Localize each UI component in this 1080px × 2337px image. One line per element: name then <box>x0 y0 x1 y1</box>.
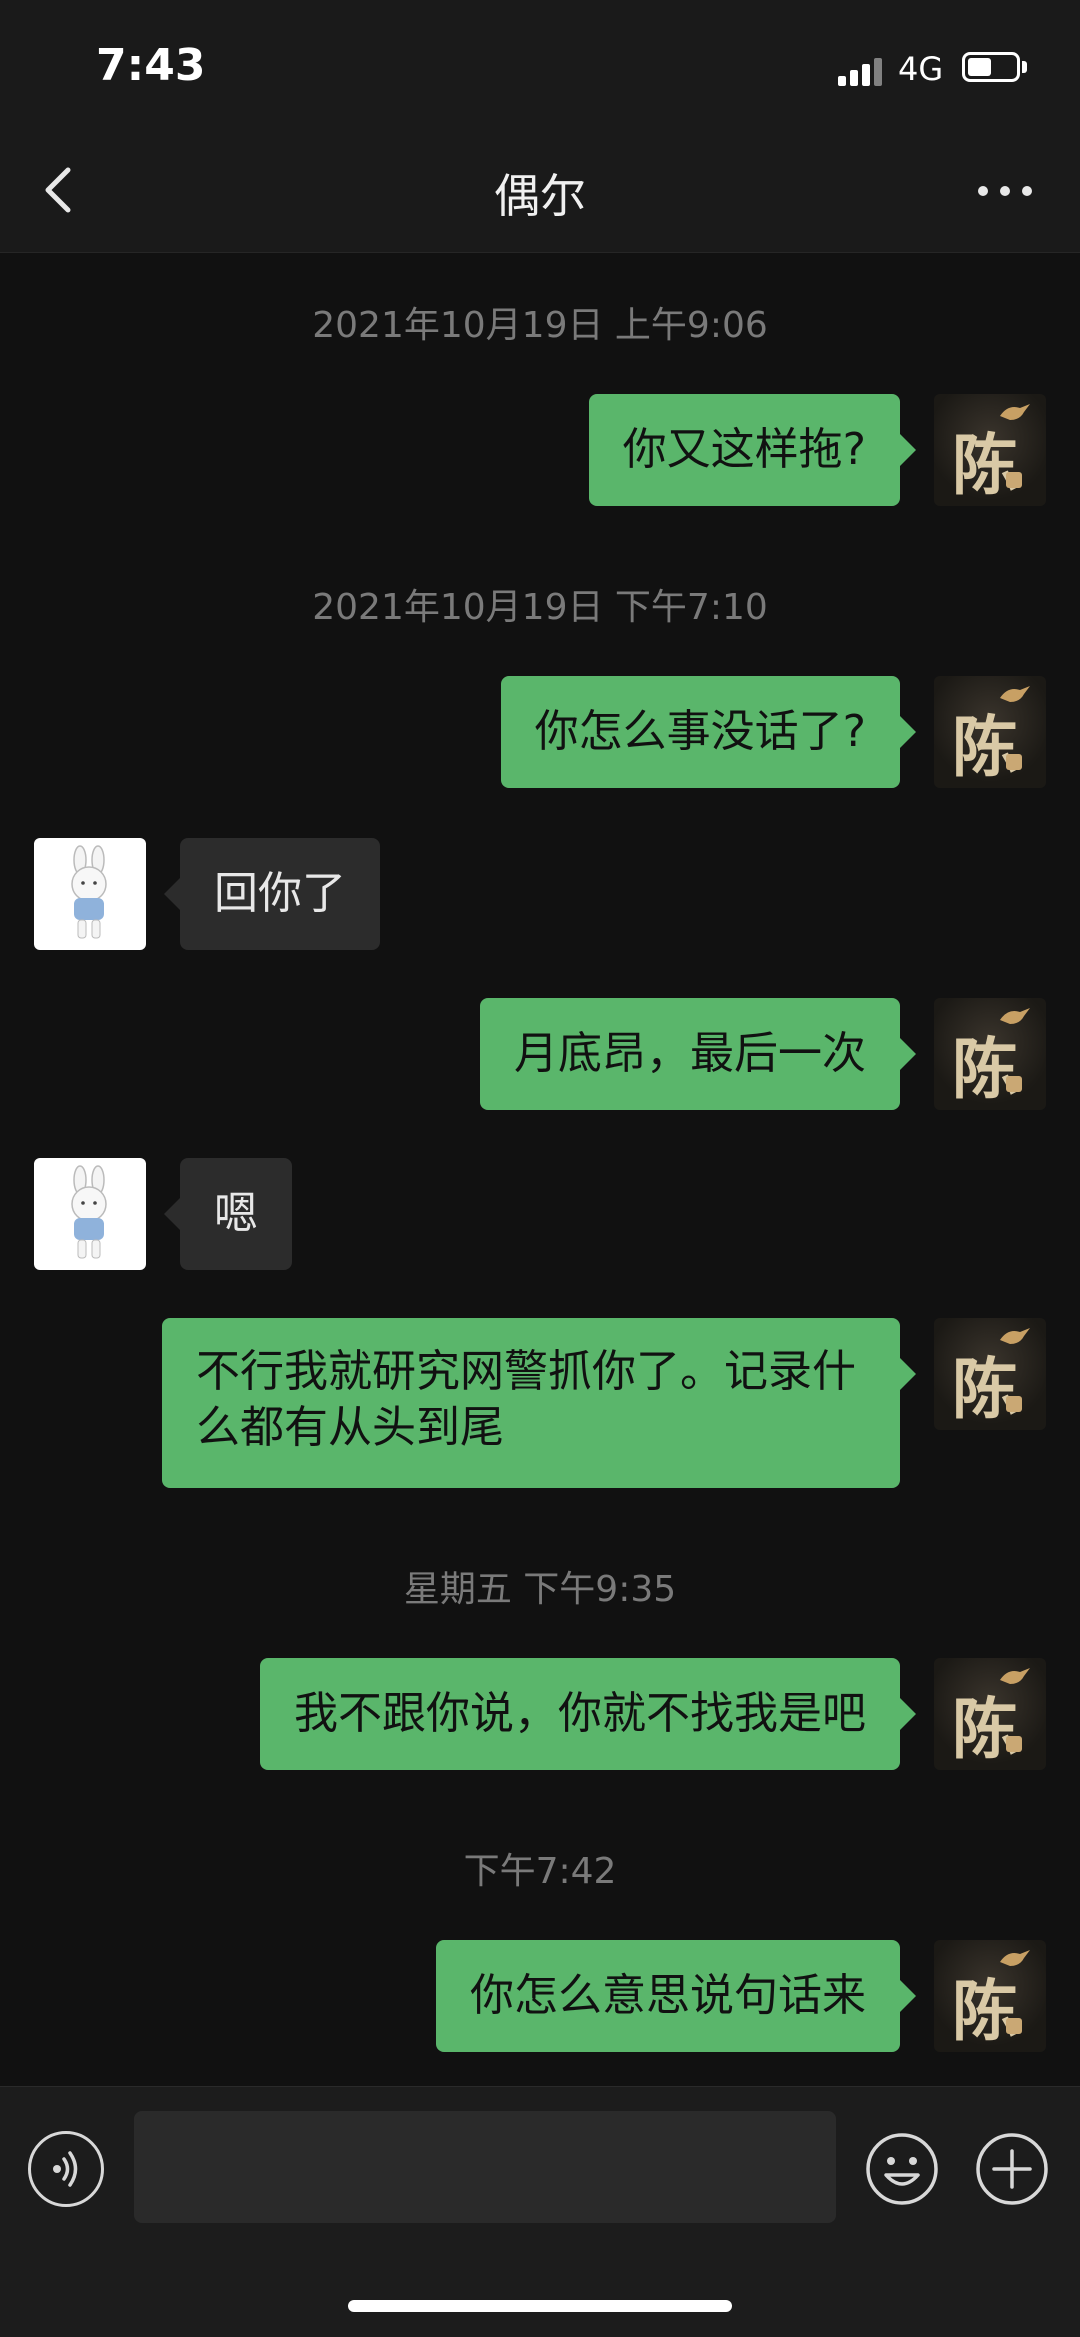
bunny-avatar-icon <box>71 1165 107 1259</box>
message-input[interactable] <box>134 2111 836 2223</box>
bunny-avatar-icon <box>71 845 107 939</box>
my-avatar[interactable]: 陈 <box>934 676 1046 788</box>
chat-title: 偶尔 <box>494 169 586 223</box>
more-button[interactable] <box>970 170 1040 210</box>
plus-icon <box>976 2133 1048 2205</box>
battery-fill <box>968 58 991 76</box>
status-bar: 7:43 4G <box>0 0 1080 130</box>
status-time: 7:43 <box>96 40 206 91</box>
friend-avatar[interactable] <box>34 1158 146 1270</box>
signal-icon <box>838 56 884 86</box>
emoji-icon <box>866 2133 938 2205</box>
battery-tip <box>1022 61 1027 73</box>
message-bubble-incoming[interactable]: 嗯 <box>164 1158 292 1270</box>
network-label: 4G <box>898 50 944 88</box>
timestamp: 下午7:42 <box>463 1851 617 1892</box>
my-avatar[interactable]: 陈 <box>934 394 1046 506</box>
timestamp: 2021年10月19日 上午9:06 <box>312 305 768 346</box>
timestamp: 星期五 下午9:35 <box>403 1569 677 1610</box>
message-bubble-outgoing[interactable]: 不行我就研究网警抓你了。记录什么都有从头到尾 <box>162 1318 916 1488</box>
plus-button[interactable] <box>974 2131 1050 2207</box>
my-avatar[interactable]: 陈 <box>934 1318 1046 1430</box>
voice-button[interactable] <box>28 2131 104 2207</box>
battery-icon <box>962 52 1020 82</box>
friend-avatar[interactable] <box>34 838 146 950</box>
message-bubble-outgoing[interactable]: 我不跟你说，你就不找我是吧 <box>260 1658 916 1770</box>
my-avatar[interactable]: 陈 <box>934 1658 1046 1770</box>
my-avatar[interactable]: 陈 <box>934 998 1046 1110</box>
chat-screen: 7:43 4G 偶尔 2021年10月19日 上午9:06 你又这样拖? 陈 2… <box>0 0 1080 2337</box>
my-avatar[interactable]: 陈 <box>934 1940 1046 2052</box>
message-bubble-outgoing[interactable]: 你又这样拖? <box>588 394 917 506</box>
message-bubble-outgoing[interactable]: 你怎么事没话了? <box>500 676 917 788</box>
emoji-button[interactable] <box>864 2131 940 2207</box>
voice-icon <box>53 2151 78 2187</box>
message-bubble-outgoing[interactable]: 月底昂，最后一次 <box>480 998 916 1110</box>
timestamp: 2021年10月19日 下午7:10 <box>312 587 768 628</box>
more-dots-icon <box>978 186 988 196</box>
message-bubble-incoming[interactable]: 回你了 <box>164 838 380 950</box>
home-indicator[interactable] <box>348 2300 732 2312</box>
message-bubble-outgoing[interactable]: 你怎么意思说句话来 <box>436 1940 916 2052</box>
nav-bar: 偶尔 <box>0 130 1080 253</box>
